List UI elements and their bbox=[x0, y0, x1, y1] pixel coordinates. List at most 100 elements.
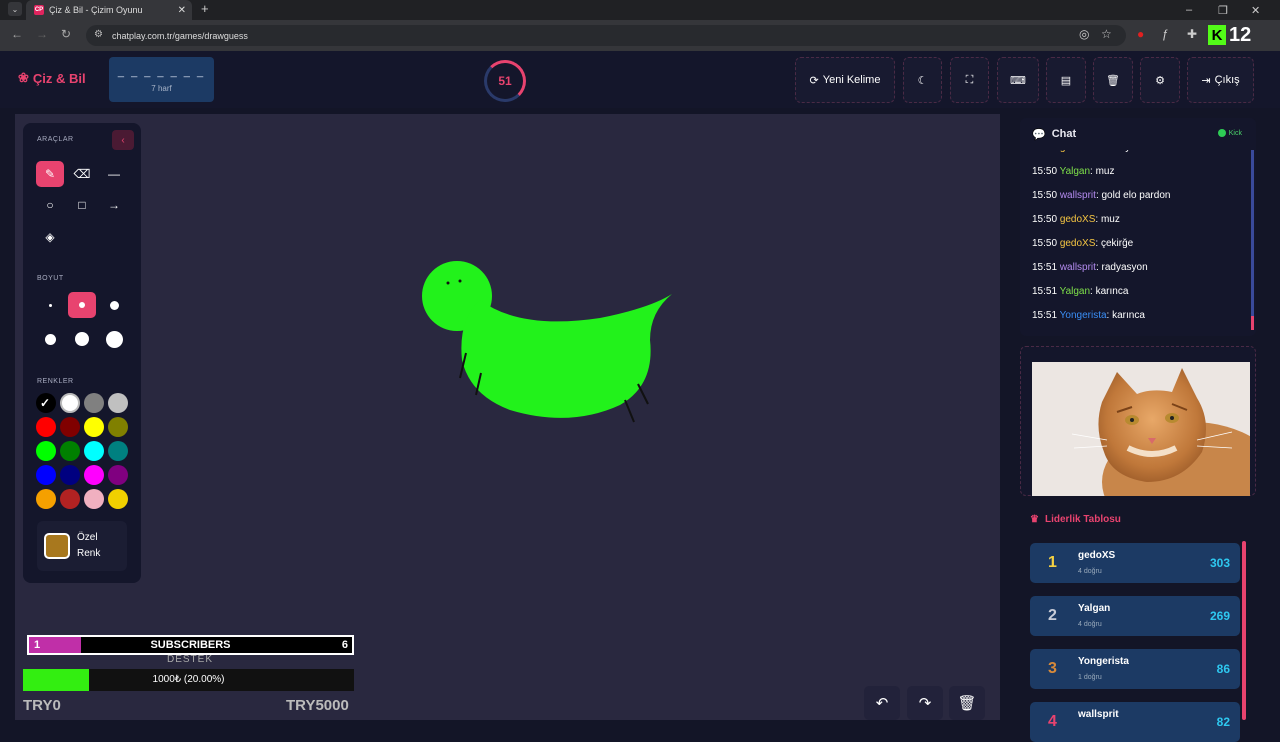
color-swatch[interactable] bbox=[108, 465, 128, 485]
color-swatch[interactable] bbox=[60, 489, 80, 509]
chat-username[interactable]: wallsprit bbox=[1060, 262, 1096, 273]
leaderboard-correct-count: 1 doğru bbox=[1078, 674, 1102, 681]
minimize-icon[interactable]: – bbox=[1186, 0, 1192, 20]
exit-button[interactable]: ⇥ Çıkış bbox=[1187, 57, 1254, 103]
sign-out-icon: ⇥ bbox=[1201, 74, 1211, 87]
chat-username[interactable]: gedoXS bbox=[1060, 214, 1096, 225]
leaderboard-row: 4 wallsprit 82 bbox=[1030, 702, 1240, 742]
chat-time: 15:50 bbox=[1032, 238, 1058, 249]
address-bar[interactable]: ⚙ chatplay.com.tr/games/drawguess bbox=[86, 25, 1126, 46]
drawing-canvas[interactable] bbox=[15, 114, 1000, 720]
browser-tab[interactable]: CP Çiz & Bil - Çizim Oyunu ✕ bbox=[26, 0, 192, 20]
chat-username[interactable]: Yalgan bbox=[1060, 166, 1090, 177]
color-swatch[interactable] bbox=[60, 465, 80, 485]
archive-button[interactable]: ▤ bbox=[1046, 57, 1086, 103]
delete-button[interactable]: 🗑 bbox=[1093, 57, 1133, 103]
extension-script-icon[interactable]: ƒ bbox=[1162, 27, 1169, 41]
color-swatch[interactable] bbox=[108, 417, 128, 437]
size-option-3[interactable] bbox=[100, 292, 128, 318]
chat-username[interactable]: wallsprit bbox=[1060, 190, 1096, 201]
rectangle-tool-button[interactable]: □ bbox=[68, 192, 96, 218]
collapse-panel-button[interactable]: ‹ bbox=[112, 130, 134, 150]
leaderboard-scrollbar[interactable] bbox=[1242, 541, 1246, 720]
tab-search-chevron-icon[interactable]: ⌄ bbox=[8, 2, 22, 16]
extensions-puzzle-icon[interactable]: ✚ bbox=[1187, 27, 1197, 41]
color-swatch[interactable] bbox=[84, 393, 104, 413]
reload-icon[interactable]: ↻ bbox=[61, 27, 71, 41]
chat-message: 15:50 gedoXS: bu koyla bbox=[1032, 150, 1138, 153]
back-icon[interactable]: ← bbox=[11, 27, 23, 41]
dark-mode-button[interactable]: ☾ bbox=[903, 57, 942, 103]
color-swatch[interactable] bbox=[36, 489, 56, 509]
color-swatch[interactable] bbox=[60, 417, 80, 437]
arrow-tool-button[interactable]: → bbox=[100, 192, 128, 218]
chat-time: 15:50 bbox=[1032, 150, 1057, 153]
size-option-2[interactable] bbox=[68, 292, 96, 318]
size-option-5[interactable] bbox=[68, 326, 96, 352]
chat-username[interactable]: gedoXS bbox=[1060, 238, 1096, 249]
chat-scrollbar[interactable] bbox=[1251, 150, 1254, 330]
brush-tool-button[interactable]: ✎ bbox=[36, 161, 64, 187]
tab-close-icon[interactable]: ✕ bbox=[178, 5, 186, 16]
chat-username[interactable]: Yalgan bbox=[1060, 286, 1090, 297]
chat-message: 15:50 Yalgan: muz bbox=[1032, 166, 1115, 177]
size-option-6[interactable] bbox=[100, 326, 128, 352]
chat-scroll-thumb[interactable] bbox=[1251, 316, 1254, 330]
color-swatch[interactable] bbox=[36, 417, 56, 437]
circle-tool-button[interactable]: ○ bbox=[36, 192, 64, 218]
color-swatch[interactable] bbox=[60, 393, 80, 413]
color-swatch[interactable] bbox=[60, 441, 80, 461]
forward-icon[interactable]: → bbox=[36, 27, 48, 41]
tab-favicon-icon: CP bbox=[34, 5, 44, 15]
moon-icon: ☾ bbox=[917, 74, 928, 87]
color-swatch[interactable] bbox=[108, 489, 128, 509]
color-swatch[interactable] bbox=[84, 465, 104, 485]
settings-button[interactable]: ⚙ bbox=[1140, 57, 1180, 103]
eraser-tool-button[interactable]: ⌫ bbox=[68, 161, 96, 187]
clear-canvas-button[interactable]: 🗑 bbox=[949, 686, 985, 720]
chat-username[interactable]: Yongerista bbox=[1060, 310, 1107, 321]
color-swatch[interactable] bbox=[108, 441, 128, 461]
donation-goal-bar: 1000₺ (20.00%) bbox=[23, 669, 354, 691]
fullscreen-button[interactable]: ⛶ bbox=[950, 57, 989, 103]
color-swatch[interactable] bbox=[36, 441, 56, 461]
paint-bucket-icon: ◈ bbox=[45, 230, 55, 244]
color-swatch[interactable] bbox=[84, 441, 104, 461]
square-icon: □ bbox=[78, 198, 86, 212]
trash-icon: 🗑 bbox=[957, 695, 977, 712]
custom-color-picker[interactable]: Özel Renk bbox=[37, 521, 127, 571]
fill-tool-button[interactable]: ◈ bbox=[36, 224, 64, 250]
donation-text: 1000₺ (20.00%) bbox=[152, 674, 225, 685]
undo-button[interactable]: ↶ bbox=[864, 686, 900, 720]
color-swatch[interactable] bbox=[108, 393, 128, 413]
chevron-left-icon: ‹ bbox=[121, 134, 125, 146]
color-swatch[interactable] bbox=[36, 465, 56, 485]
color-swatch[interactable] bbox=[84, 489, 104, 509]
k12-label: 12 bbox=[1229, 24, 1252, 46]
size-option-4[interactable] bbox=[36, 326, 64, 352]
extension-red-icon[interactable]: ● bbox=[1137, 27, 1144, 41]
circle-icon: ○ bbox=[46, 198, 54, 212]
chat-message-list[interactable]: 15:50 gedoXS: bu koyla 15:50 Yalgan: muz 1… bbox=[1020, 150, 1250, 330]
chat-message: 15:51 Yongerista: karınca bbox=[1032, 310, 1145, 321]
line-tool-button[interactable]: — bbox=[100, 161, 128, 187]
custom-color-swatch[interactable] bbox=[44, 533, 70, 559]
gear-icon: ⚙ bbox=[1155, 74, 1165, 87]
bookmark-star-icon[interactable]: ☆ bbox=[1101, 27, 1112, 41]
eye-off-icon[interactable]: ◎ bbox=[1079, 27, 1089, 41]
chat-username[interactable]: gedoXS bbox=[1060, 150, 1096, 153]
chat-time: 15:51 bbox=[1032, 310, 1058, 321]
site-info-icon[interactable]: ⚙ bbox=[94, 29, 103, 40]
leaderboard-name: gedoXS bbox=[1078, 550, 1116, 561]
palette-icon: ❀ bbox=[18, 70, 29, 85]
chat-message: 15:51 Yalgan: karınca bbox=[1032, 286, 1128, 297]
new-tab-icon[interactable]: + bbox=[201, 1, 209, 16]
new-word-button[interactable]: ⟳ Yeni Kelime bbox=[795, 57, 895, 103]
refresh-icon: ⟳ bbox=[809, 74, 819, 87]
color-swatch[interactable] bbox=[84, 417, 104, 437]
keyboard-button[interactable]: ⌨ bbox=[997, 57, 1039, 103]
size-option-1[interactable] bbox=[36, 292, 64, 318]
redo-button[interactable]: ↷ bbox=[907, 686, 943, 720]
window-close-icon[interactable]: ✕ bbox=[1251, 0, 1260, 20]
maximize-icon[interactable]: ❐ bbox=[1218, 0, 1228, 20]
